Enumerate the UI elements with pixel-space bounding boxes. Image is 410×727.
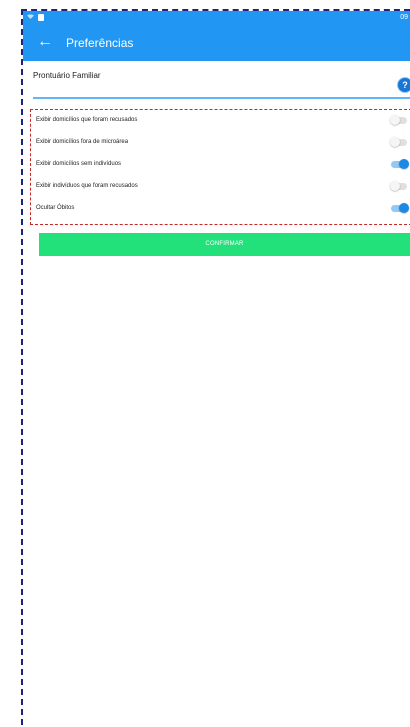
page-title: Preferências xyxy=(66,36,134,50)
toggle-knob xyxy=(399,203,409,213)
toggle-knob xyxy=(390,115,400,125)
option-label-ocultar-obitos: Ocultar Óbitos xyxy=(36,205,75,211)
confirm-button[interactable]: CONFIRMAR xyxy=(39,233,410,256)
toggle-individuos-recusados[interactable] xyxy=(390,181,407,191)
toggle-recusados[interactable] xyxy=(390,115,407,125)
section-divider xyxy=(33,97,410,99)
wifi-icon xyxy=(27,14,34,19)
status-bar: 09 xyxy=(23,11,410,26)
toggle-fora-microarea[interactable] xyxy=(390,137,407,147)
help-icon[interactable]: ? xyxy=(398,78,410,92)
app-bar: ← Preferências xyxy=(23,26,410,61)
toggle-sem-individuos[interactable] xyxy=(391,159,409,169)
option-label-sem-individuos: Exibir domicílios sem indivíduos xyxy=(36,161,122,167)
toggle-ocultar-obitos[interactable] xyxy=(391,203,409,213)
option-label-recusados: Exibir domicílios que foram recusados xyxy=(36,117,138,123)
toggle-knob xyxy=(390,137,400,147)
options-group xyxy=(30,109,410,225)
section-label: Prontuário Familiar xyxy=(33,71,101,80)
toggle-knob xyxy=(399,159,409,169)
notification-icon xyxy=(38,14,44,21)
option-label-fora-microarea: Exibir domicílios fora de microárea xyxy=(36,139,129,145)
status-time: 09 xyxy=(400,14,408,21)
toggle-knob xyxy=(390,181,400,191)
option-label-individuos-recusados: Exibir indivíduos que foram recusados xyxy=(36,183,138,189)
arrow-left-icon[interactable]: ← xyxy=(37,33,53,51)
